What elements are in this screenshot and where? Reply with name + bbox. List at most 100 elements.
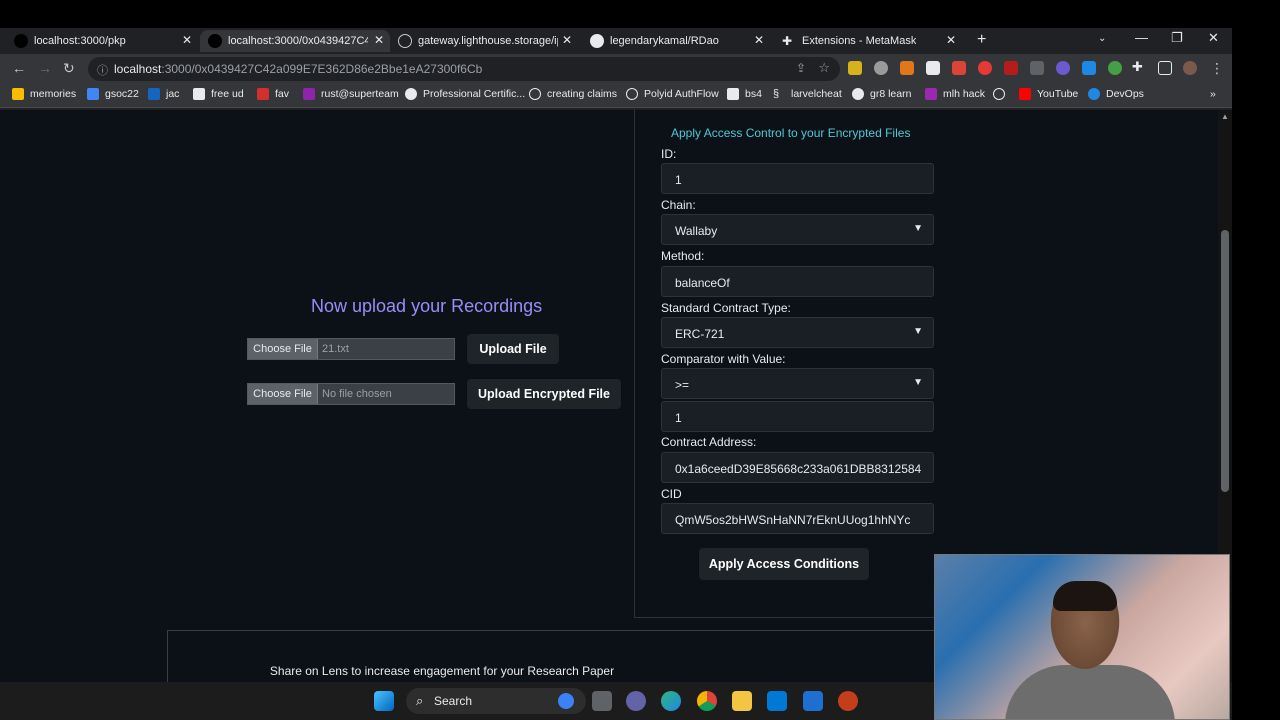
- bookmark-star-icon[interactable]: ☆: [818, 60, 830, 76]
- taskbar-search[interactable]: ⌕ Search: [406, 688, 586, 714]
- comparator-select[interactable]: >= ▼: [661, 368, 934, 399]
- address-bar[interactable]: ⓘ localhost:3000/0x0439427C42a099E7E362D…: [88, 57, 840, 81]
- menu-kebab-icon[interactable]: ⋮: [1210, 60, 1224, 77]
- puzzle-icon[interactable]: ✚: [1132, 59, 1146, 74]
- contract-address-label: Contract Address:: [661, 435, 757, 449]
- tab-active-address[interactable]: localhost:3000/0x0439427C42a0 ✕: [200, 30, 390, 52]
- bookmark-jac[interactable]: jac: [148, 88, 179, 100]
- bookmark-mlh-hack[interactable]: mlh hack: [925, 88, 985, 100]
- close-tab-icon[interactable]: ✕: [182, 33, 192, 47]
- scroll-up-icon[interactable]: ▲: [1221, 112, 1229, 121]
- vscode-icon[interactable]: [767, 691, 787, 711]
- avatar[interactable]: [1183, 61, 1197, 75]
- bookmark-larvelcheat[interactable]: § larvelcheat: [773, 88, 842, 100]
- bookmark-creating-claims[interactable]: creating claims: [529, 88, 617, 100]
- file-explorer-icon[interactable]: [732, 691, 752, 711]
- bookmark-polyid[interactable]: Polyid AuthFlow: [626, 88, 719, 100]
- method-label: Method:: [661, 249, 705, 263]
- tab-lighthouse[interactable]: gateway.lighthouse.storage/ipfs/ ✕: [398, 30, 578, 52]
- comparator-value-input[interactable]: 1: [661, 401, 934, 432]
- lens-share-text: Share on Lens to increase engagement for…: [269, 664, 615, 678]
- chevron-down-icon: ▼: [913, 223, 923, 234]
- bookmark-memories[interactable]: memories: [12, 88, 76, 100]
- notepad-icon[interactable]: [803, 691, 823, 711]
- url-text: localhost:3000/0x0439427C42a099E7E362D86…: [114, 62, 483, 76]
- new-tab-button[interactable]: +: [977, 31, 986, 49]
- forward-icon[interactable]: →: [38, 60, 52, 76]
- back-icon[interactable]: ←: [12, 60, 26, 76]
- file-input-1[interactable]: Choose File 21.txt: [247, 338, 455, 360]
- chain-select[interactable]: Wallaby ▼: [661, 214, 934, 245]
- bookmark-globe[interactable]: [993, 88, 1011, 100]
- info-icon[interactable]: ⓘ: [97, 62, 108, 78]
- extension-icon[interactable]: [1004, 61, 1018, 75]
- upload-file-button[interactable]: Upload File: [467, 334, 559, 364]
- share-icon[interactable]: ⇪: [796, 61, 806, 75]
- edge-icon[interactable]: [661, 691, 681, 711]
- choose-file-button[interactable]: Choose File: [248, 339, 318, 359]
- apply-access-conditions-button[interactable]: Apply Access Conditions: [699, 548, 869, 580]
- localhost-icon: [208, 34, 222, 48]
- upload-title: Now upload your Recordings: [311, 296, 543, 316]
- reload-icon[interactable]: ↻: [63, 60, 75, 77]
- bookmark-youtube[interactable]: YouTube: [1019, 88, 1078, 100]
- extension-icon[interactable]: [874, 61, 888, 75]
- restore-button[interactable]: ❐: [1171, 30, 1183, 46]
- browser-chrome: localhost:3000/pkp ✕ localhost:3000/0x04…: [0, 28, 1232, 110]
- access-title: Apply Access Control to your Encrypted F…: [671, 126, 911, 140]
- task-view-icon[interactable]: [592, 691, 612, 711]
- close-tab-icon[interactable]: ✕: [946, 33, 956, 47]
- grid-extension-icon[interactable]: [1030, 61, 1044, 75]
- bookmark-free-ud[interactable]: free ud: [193, 88, 244, 100]
- bookmark-rust[interactable]: rust@superteam: [303, 88, 399, 100]
- bookmark-icon: [303, 88, 315, 100]
- minimize-button[interactable]: —: [1135, 30, 1148, 45]
- tab-github[interactable]: legendarykamal/RDao ✕: [590, 30, 770, 52]
- bookmark-icon: §: [773, 88, 780, 100]
- contract-type-select[interactable]: ERC-721 ▼: [661, 317, 934, 348]
- teams-icon[interactable]: [626, 691, 646, 711]
- bookmark-gr8-learn[interactable]: gr8 learn: [852, 88, 911, 100]
- bookmark-fav[interactable]: fav: [257, 88, 289, 100]
- tab-search-icon[interactable]: ⌄: [1098, 33, 1106, 44]
- method-input[interactable]: balanceOf: [661, 266, 934, 297]
- globe-icon: [398, 34, 412, 48]
- scrollbar-thumb[interactable]: [1221, 230, 1229, 492]
- extension-icon[interactable]: [848, 61, 862, 75]
- more-bookmarks-icon[interactable]: »: [1210, 88, 1216, 100]
- contract-address-input[interactable]: 0x1a6ceedD39E85668c233a061DBB8312584: [661, 452, 934, 483]
- globe-icon: [626, 88, 638, 100]
- side-panel-icon[interactable]: [1158, 61, 1172, 75]
- bookmark-professional[interactable]: Professional Certific...: [405, 88, 525, 100]
- extension-icon[interactable]: [952, 61, 966, 75]
- app-icon[interactable]: [838, 691, 858, 711]
- cid-input[interactable]: QmW5os2bHWSnHaNN7rEknUUog1hhNYc: [661, 503, 934, 534]
- bookmark-bs4[interactable]: bs4: [727, 88, 762, 100]
- file-name: 21.txt: [322, 343, 349, 355]
- tab-metamask[interactable]: ✚ Extensions - MetaMask ✕: [782, 30, 962, 52]
- bookmark-devops[interactable]: DevOps: [1088, 88, 1144, 100]
- id-label: ID:: [661, 147, 677, 161]
- close-tab-icon[interactable]: ✕: [562, 33, 572, 47]
- close-tab-icon[interactable]: ✕: [754, 33, 764, 47]
- extension-icon[interactable]: [978, 61, 992, 75]
- extension-icon[interactable]: [926, 61, 940, 75]
- close-window-button[interactable]: ✕: [1208, 30, 1219, 46]
- extension-icon[interactable]: [1108, 61, 1122, 75]
- tab-pkp[interactable]: localhost:3000/pkp ✕: [14, 30, 198, 52]
- id-input[interactable]: 1: [661, 163, 934, 194]
- extension-icon[interactable]: [1082, 61, 1096, 75]
- bookmark-gsoc22[interactable]: gsoc22: [87, 88, 139, 100]
- close-tab-icon[interactable]: ✕: [374, 33, 384, 47]
- upload-encrypted-file-button[interactable]: Upload Encrypted File: [467, 379, 621, 409]
- puzzle-icon: ✚: [782, 34, 793, 48]
- windows-start-icon[interactable]: [374, 691, 394, 711]
- globe-icon: [993, 88, 1005, 100]
- bookmark-icon: [1088, 88, 1100, 100]
- file-input-2[interactable]: Choose File No file chosen: [247, 383, 455, 405]
- bookmark-icon: [148, 88, 160, 100]
- choose-file-button[interactable]: Choose File: [248, 384, 318, 404]
- extension-icon[interactable]: [1056, 61, 1070, 75]
- chrome-icon[interactable]: [697, 691, 717, 711]
- metamask-icon[interactable]: [900, 61, 914, 75]
